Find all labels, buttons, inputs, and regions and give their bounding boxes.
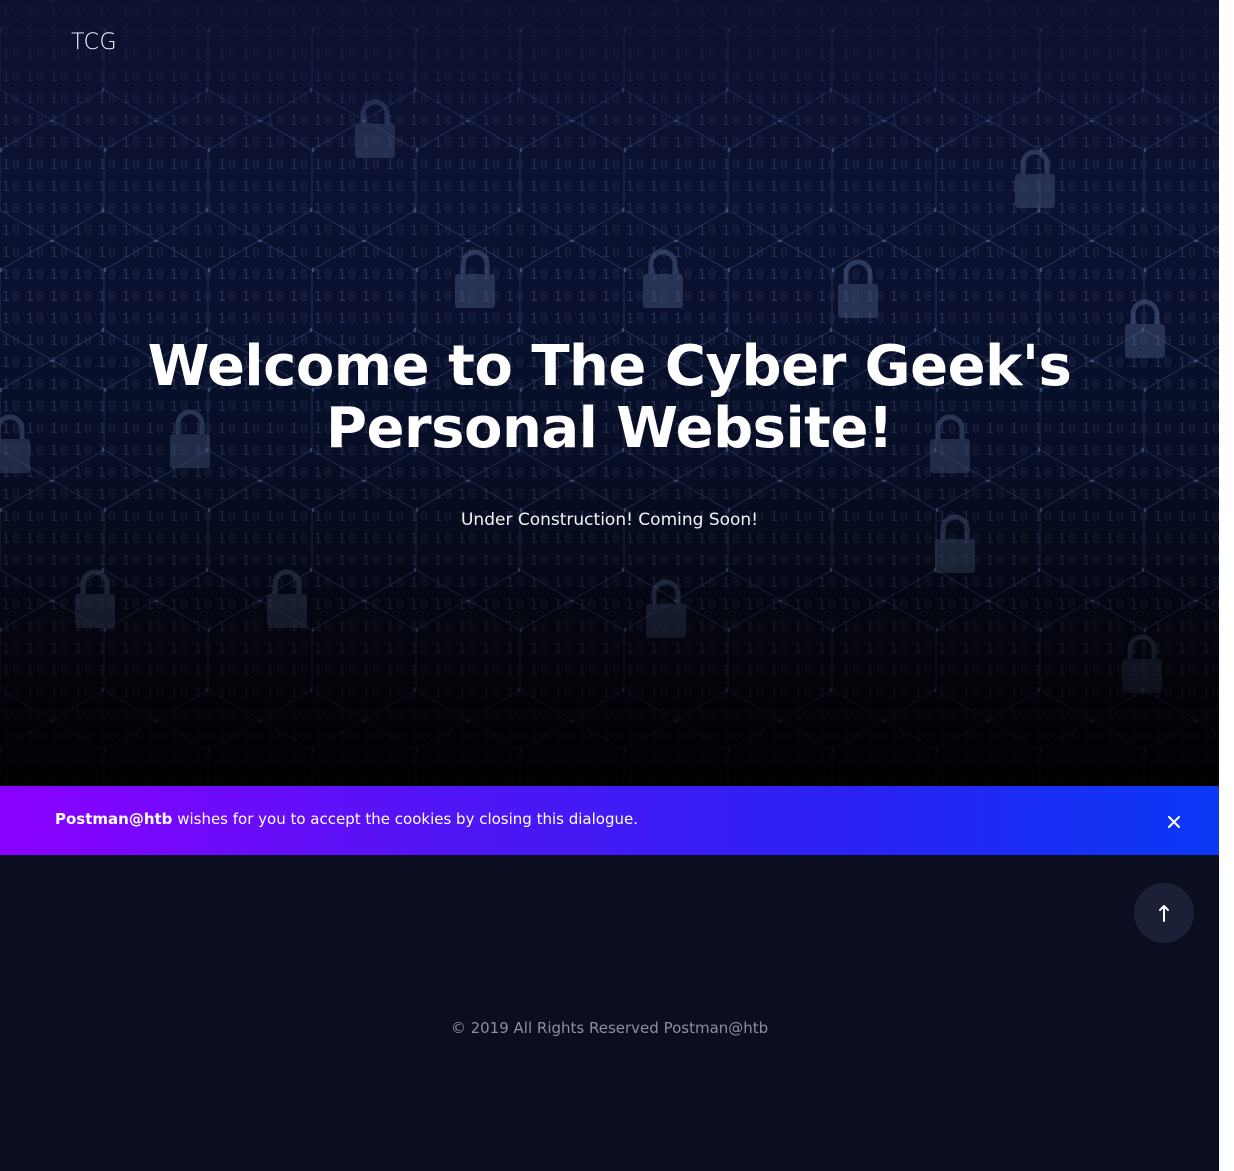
footer-copyright: © 2019 All Rights Reserved Postman@htb xyxy=(450,1019,769,1037)
cookie-message-text: wishes for you to accept the cookies by … xyxy=(172,810,638,828)
brand-logo[interactable]: TCG xyxy=(71,30,117,55)
cookie-owner-name: Postman@htb xyxy=(55,810,173,828)
hero-title: Welcome to The Cyber Geek's Personal Web… xyxy=(0,336,1219,460)
close-icon[interactable] xyxy=(1160,808,1188,836)
hero-section: 1 0 TCG xyxy=(0,0,1219,786)
hero-title-line1: Welcome to The Cyber Geek's xyxy=(147,334,1072,399)
cookie-notice: Postman@htb wishes for you to accept the… xyxy=(0,786,1219,855)
hero-subtitle: Under Construction! Coming Soon! xyxy=(460,510,759,530)
arrow-up-icon xyxy=(1159,905,1169,922)
scrollbar[interactable] xyxy=(1219,0,1234,1171)
hero-title-line2: Personal Website! xyxy=(326,396,893,461)
page: 1 0 TCG xyxy=(0,0,1219,1171)
close-icon-glyph xyxy=(1168,816,1180,828)
cookie-message: Postman@htb wishes for you to accept the… xyxy=(55,810,638,828)
scroll-to-top-button[interactable] xyxy=(1134,883,1194,943)
